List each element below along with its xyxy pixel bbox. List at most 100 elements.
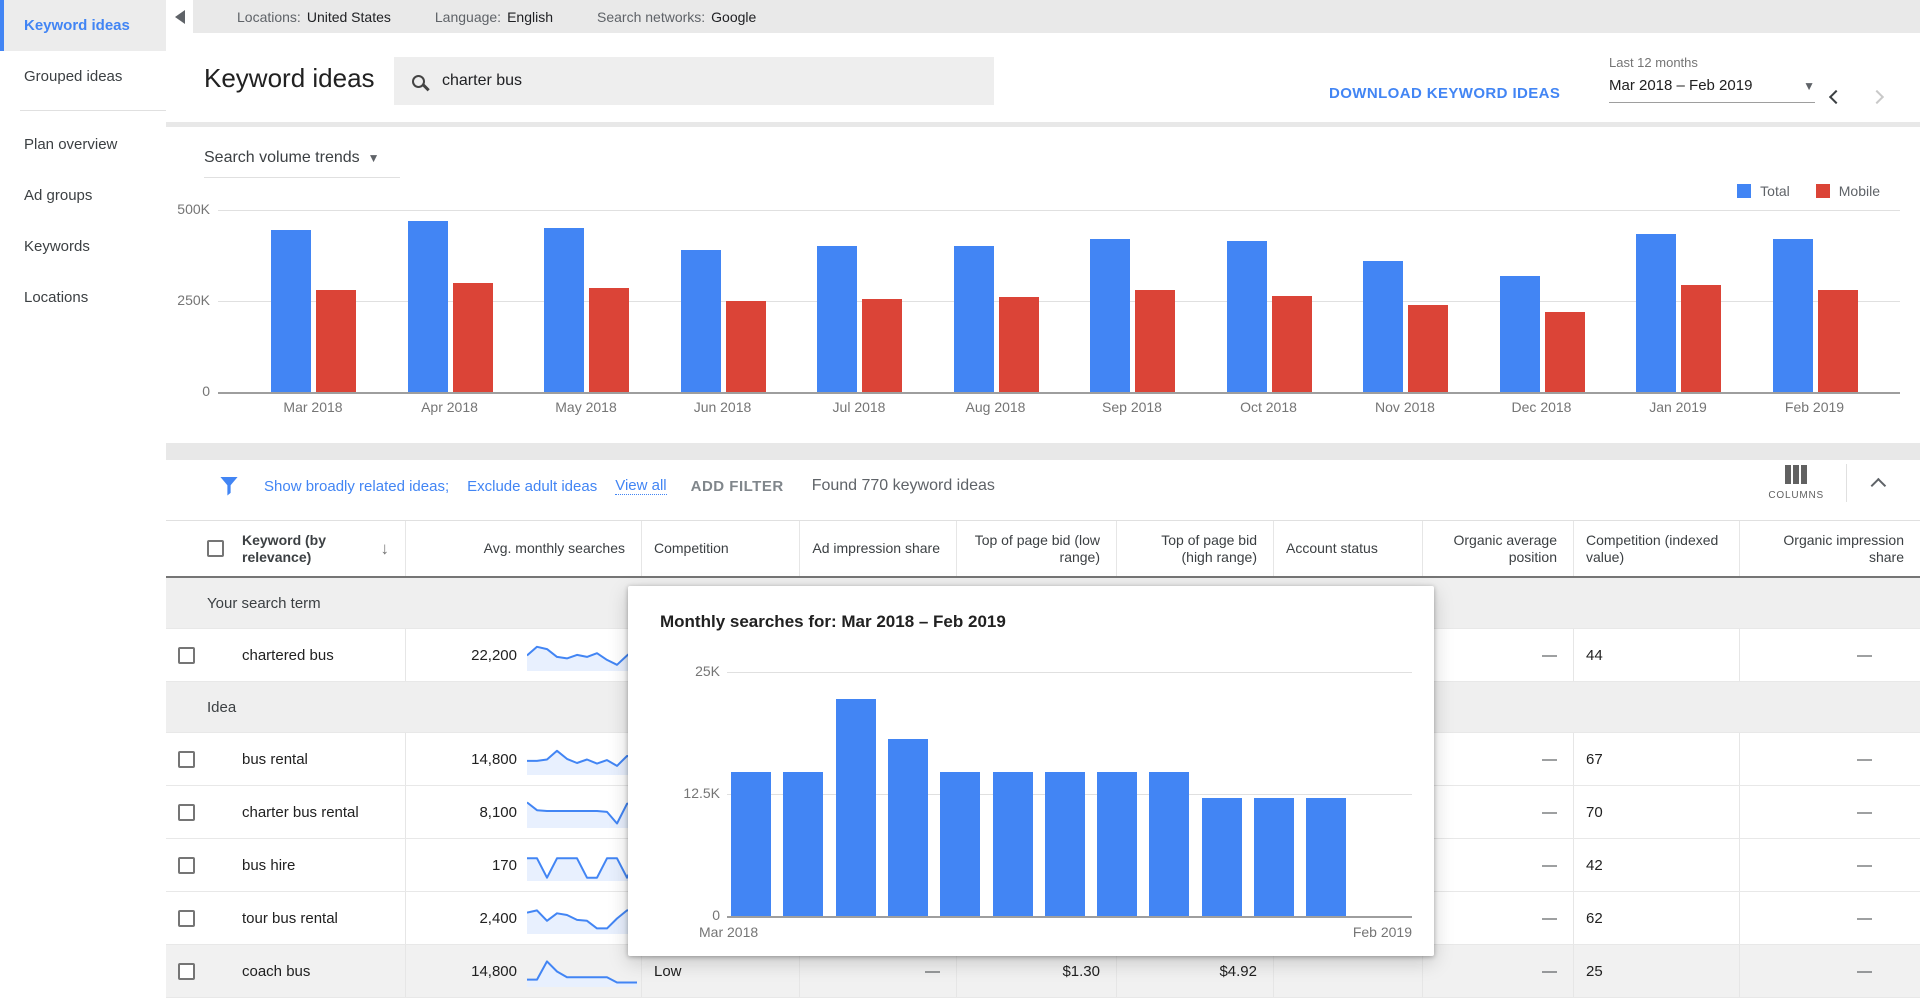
sidebar-item-keywords[interactable]: Keywords [0, 221, 166, 272]
keyword-cell: charter bus rental [240, 786, 405, 838]
table-header-row: Keyword (by relevance)↓Avg. monthly sear… [166, 520, 1920, 578]
bar-mobile-aug-2018[interactable] [999, 297, 1039, 392]
column-header-account-status[interactable]: Account status [1273, 521, 1422, 576]
date-range-picker[interactable]: Last 12 months Mar 2018 – Feb 2019 ▼ [1609, 55, 1815, 103]
popup-bar-sep-2018[interactable] [1045, 772, 1085, 916]
organic-average-position-cell: — [1422, 839, 1573, 891]
popup-bar-dec-2018[interactable] [1202, 798, 1242, 916]
filter-link-exclude-adult[interactable]: Exclude adult ideas [467, 478, 597, 495]
sparkline-chart[interactable] [527, 637, 637, 673]
bar-total-apr-2018[interactable] [408, 221, 448, 392]
organic-average-position-cell: — [1422, 733, 1573, 785]
row-checkbox[interactable] [178, 963, 195, 980]
bar-mobile-jul-2018[interactable] [862, 299, 902, 392]
bar-mobile-dec-2018[interactable] [1545, 312, 1585, 392]
collapse-chevron-up-icon[interactable] [1871, 477, 1887, 493]
column-header-organic-average-position[interactable]: Organic average position [1422, 521, 1573, 576]
filter-bar: Show broadly related ideas; Exclude adul… [166, 460, 1920, 512]
popup-y-axis-tick-label: 25K [650, 663, 720, 679]
bar-total-aug-2018[interactable] [954, 246, 994, 392]
row-checkbox[interactable] [178, 910, 195, 927]
bar-total-jun-2018[interactable] [681, 250, 721, 392]
bar-mobile-may-2018[interactable] [589, 288, 629, 392]
cell-value: 42 [1586, 857, 1603, 874]
bar-total-jul-2018[interactable] [817, 246, 857, 392]
sidebar-item-locations[interactable]: Locations [0, 272, 166, 323]
add-filter-button[interactable]: ADD FILTER [691, 478, 784, 495]
bar-total-nov-2018[interactable] [1363, 261, 1403, 392]
column-header-top-of-page-bid-low-range[interactable]: Top of page bid (low range) [956, 521, 1116, 576]
columns-button[interactable]: COLUMNS [1768, 465, 1824, 501]
sparkline-chart[interactable] [527, 900, 637, 936]
bar-total-may-2018[interactable] [544, 228, 584, 392]
select-all-checkbox[interactable] [207, 540, 224, 557]
bar-total-dec-2018[interactable] [1500, 276, 1540, 392]
bar-total-oct-2018[interactable] [1227, 241, 1267, 392]
popup-bar-may-2018[interactable] [836, 699, 876, 916]
trends-dropdown[interactable]: Search volume trends▼ [204, 149, 380, 167]
row-checkbox[interactable] [178, 857, 195, 874]
topbar-setting-value: United States [307, 9, 391, 25]
bar-mobile-feb-2019[interactable] [1818, 290, 1858, 392]
download-keyword-ideas-button[interactable]: DOWNLOAD KEYWORD IDEAS [1329, 85, 1560, 102]
keyword-text: bus rental [242, 751, 308, 768]
sparkline-chart[interactable] [527, 847, 637, 883]
topbar-setting-label: Locations: [237, 9, 301, 25]
column-header-label: Competition (indexed value) [1586, 532, 1723, 566]
bar-mobile-oct-2018[interactable] [1272, 296, 1312, 392]
cell-value: — [1542, 857, 1557, 874]
sidebar-item-ad-groups[interactable]: Ad groups [0, 170, 166, 221]
popup-bar-jun-2018[interactable] [888, 739, 928, 916]
column-header-keyword-by-relevance[interactable]: Keyword (by relevance)↓ [240, 521, 405, 576]
topbar-setting-label: Language: [435, 9, 501, 25]
popup-bar-nov-2018[interactable] [1149, 772, 1189, 916]
bar-mobile-sep-2018[interactable] [1135, 290, 1175, 392]
sparkline-chart[interactable] [527, 953, 637, 989]
sparkline-chart[interactable] [527, 741, 637, 777]
sparkline-chart[interactable] [527, 794, 637, 830]
column-header-competition[interactable]: Competition [641, 521, 799, 576]
bar-mobile-mar-2018[interactable] [316, 290, 356, 392]
column-header-ad-impression-share[interactable]: Ad impression share [799, 521, 956, 576]
organic-impression-share-cell: — [1739, 629, 1920, 681]
search-input[interactable]: charter bus [394, 57, 994, 105]
legend-swatch-mobile [1816, 184, 1830, 198]
popup-bar-aug-2018[interactable] [993, 772, 1033, 916]
sidebar-item-plan-overview[interactable]: Plan overview [0, 119, 166, 170]
row-checkbox[interactable] [178, 804, 195, 821]
next-period-button[interactable] [1870, 90, 1884, 104]
bar-total-sep-2018[interactable] [1090, 239, 1130, 392]
x-axis-label-jul-2018: Jul 2018 [789, 399, 929, 415]
sidebar-item-keyword-ideas[interactable]: Keyword ideas [0, 0, 166, 51]
popup-x-label-end: Feb 2019 [1353, 924, 1412, 940]
column-header-avg-monthly-searches[interactable]: Avg. monthly searches [405, 521, 641, 576]
bar-total-mar-2018[interactable] [271, 230, 311, 392]
popup-bar-oct-2018[interactable] [1097, 772, 1137, 916]
bar-mobile-apr-2018[interactable] [453, 283, 493, 392]
sidebar-item-grouped-ideas[interactable]: Grouped ideas [0, 51, 166, 102]
bar-mobile-nov-2018[interactable] [1408, 305, 1448, 392]
popup-bar-mar-2018[interactable] [731, 772, 771, 916]
row-checkbox[interactable] [178, 647, 195, 664]
column-header-competition-indexed-value[interactable]: Competition (indexed value) [1573, 521, 1739, 576]
bar-total-feb-2019[interactable] [1773, 239, 1813, 392]
row-checkbox[interactable] [178, 751, 195, 768]
keyword-text: coach bus [242, 963, 310, 980]
bar-total-jan-2019[interactable] [1636, 234, 1676, 392]
avg-monthly-searches-value: 8,100 [479, 804, 517, 821]
back-strip [166, 0, 193, 33]
section-label: Idea [207, 699, 236, 716]
column-header-top-of-page-bid-high-range[interactable]: Top of page bid (high range) [1116, 521, 1273, 576]
view-all-link[interactable]: View all [615, 477, 666, 495]
back-arrow-icon[interactable] [175, 10, 185, 24]
keyword-text: tour bus rental [242, 910, 338, 927]
popup-bar-jan-2019[interactable] [1254, 798, 1294, 916]
popup-bar-jul-2018[interactable] [940, 772, 980, 916]
popup-bar-apr-2018[interactable] [783, 772, 823, 916]
filter-link-broadly-related[interactable]: Show broadly related ideas; [264, 478, 449, 495]
bar-mobile-jan-2019[interactable] [1681, 285, 1721, 392]
popup-bar-feb-2019[interactable] [1306, 798, 1346, 916]
previous-period-button[interactable] [1829, 90, 1843, 104]
column-header-organic-impression-share[interactable]: Organic impression share [1739, 521, 1920, 576]
bar-mobile-jun-2018[interactable] [726, 301, 766, 392]
